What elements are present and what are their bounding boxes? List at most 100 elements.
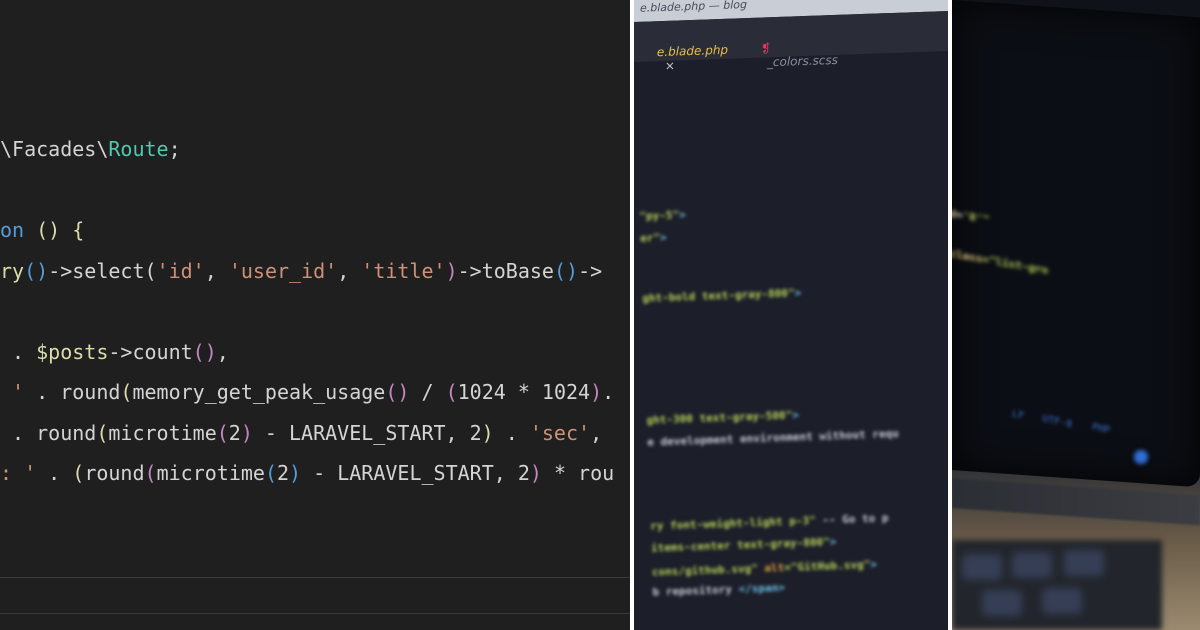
code-token: >: [829, 535, 837, 549]
code-token: ): [240, 421, 253, 445]
laptop-keyboard: [952, 540, 1162, 630]
code-token: microtime: [156, 461, 265, 485]
code-token: ,: [204, 259, 229, 283]
code-token: ,: [337, 259, 362, 283]
code-token: ,: [590, 421, 603, 445]
code-token: ry: [0, 259, 25, 283]
keyboard-key: [1012, 552, 1052, 578]
code-line: b repository </span>: [652, 581, 785, 599]
code-token: (: [216, 421, 229, 445]
code-token: ): [445, 259, 458, 283]
code-token: : ': [0, 461, 49, 485]
blurred-code: "py-5"> er"> ght-bold text-gray-800"> ght-3…: [634, 51, 948, 630]
code-token: ->select(: [48, 259, 157, 283]
code-token: (: [445, 380, 458, 404]
code-token: items-center text-gray-800": [650, 535, 830, 555]
code-token: . round: [36, 380, 121, 404]
code-token: alt: [757, 561, 785, 575]
code-token: $posts: [36, 340, 109, 364]
code-token: >: [870, 557, 878, 572]
code-line: ry()->select('id', 'user_id', 'title')->…: [0, 258, 602, 284]
code-token: (: [144, 461, 157, 485]
status-indicator-icon: [1134, 450, 1148, 464]
code-token: 'title': [361, 259, 446, 283]
keyboard-key: [1042, 588, 1082, 614]
window-title: e.blade.php — blog: [640, 0, 747, 15]
code-token: 'id': [156, 259, 205, 283]
code-token: \Facades\: [0, 137, 109, 161]
code-token: ="GitHub.svg": [783, 558, 871, 575]
right-laptop-photo: cked='0'"." class="list-gro LFUTF-8PHP: [952, 0, 1200, 630]
code-line: on () {: [0, 217, 84, 243]
code-token: >: [678, 208, 686, 222]
editor-panel-divider: [0, 577, 630, 578]
code-token: .: [493, 421, 530, 445]
code-token: cons/github.svg": [651, 561, 758, 579]
code-line: ." class="list-gro: [952, 244, 1049, 277]
code-token: ): [590, 380, 603, 404]
code-line: ' . round(memory_get_peak_usage() / (102…: [0, 379, 614, 405]
keyboard-key: [1064, 550, 1104, 576]
code-token: "py-5": [639, 208, 680, 223]
code-token: (: [264, 461, 277, 485]
code-token: (): [385, 380, 410, 404]
code-token: (: [96, 421, 109, 445]
tab-label: e.blade.php: [656, 42, 729, 60]
code-line: e development environment without requ: [647, 427, 899, 449]
code-token: .: [0, 340, 37, 364]
code-token: ,: [216, 340, 229, 364]
code-line: items-center text-gray-800">: [651, 535, 837, 554]
code-token: -- Go to p: [815, 511, 889, 527]
code-line: er">: [640, 231, 667, 245]
code-token: microtime: [108, 421, 217, 445]
keyboard-key: [982, 590, 1022, 616]
code-token: () {: [36, 218, 85, 242]
code-token: >: [791, 408, 799, 422]
code-token: round: [84, 461, 145, 485]
code-token: b repository: [652, 582, 739, 599]
blurred-code: cked='0'" ." class="list-gro: [952, 0, 1199, 507]
code-token: - LARAVEL_START, 2: [252, 421, 482, 445]
code-token: (: [120, 380, 133, 404]
code-token: - LARAVEL_START, 2: [301, 461, 530, 485]
code-token: ): [481, 421, 494, 445]
code-token: . round: [0, 421, 97, 445]
code-line: . $posts->count(),: [0, 339, 229, 365]
code-token: (): [553, 259, 579, 283]
code-token: ght-300 text-gray-500": [646, 408, 793, 427]
code-token: 'sec': [529, 421, 591, 445]
code-token: '0'": [962, 209, 990, 227]
code-line: ght-300 text-gray-500">: [646, 408, 799, 426]
code-token: ': [0, 380, 37, 404]
code-token: .: [602, 380, 615, 404]
middle-editor-photo: e.blade.php — blog e.blade.php × ❡ _colo…: [634, 0, 948, 630]
keyboard-key: [962, 554, 1002, 580]
code-line: ght-bold text-gray-800">: [642, 286, 801, 305]
code-token: ->: [578, 259, 603, 283]
code-token: 2: [228, 421, 241, 445]
code-token: ): [529, 461, 542, 485]
code-token: (: [72, 461, 85, 485]
code-token: on: [0, 218, 37, 242]
code-token: memory_get_peak_usage: [132, 380, 386, 404]
code-token: ;: [168, 137, 181, 161]
code-line: : ' . (round(microtime(2) - LARAVEL_STAR…: [0, 460, 614, 486]
code-line: \Facades\Route;: [0, 136, 181, 162]
code-token: 1024 * 1024: [457, 380, 591, 404]
code-line: "py-5">: [639, 208, 686, 223]
left-code-editor: \Facades\Route; on () {ry()->select('id',…: [0, 0, 630, 630]
code-token: /: [409, 380, 446, 404]
code-token: .: [48, 461, 73, 485]
laptop-screen: cked='0'"." class="list-gro LFUTF-8PHP: [952, 0, 1200, 488]
code-token: class: [952, 247, 983, 266]
code-token: ->toBase: [457, 259, 554, 283]
code-token: ->count: [108, 340, 193, 364]
code-token: * rou: [541, 461, 615, 485]
code-token: (): [24, 259, 49, 283]
code-token: >: [794, 286, 802, 300]
code-token: >: [659, 230, 667, 245]
code-token: er": [639, 231, 661, 245]
sass-file-icon: ❡: [760, 41, 771, 56]
code-token: Route: [108, 137, 169, 161]
code-line: ry font-weight-light p-3" -- Go to p: [650, 511, 889, 532]
